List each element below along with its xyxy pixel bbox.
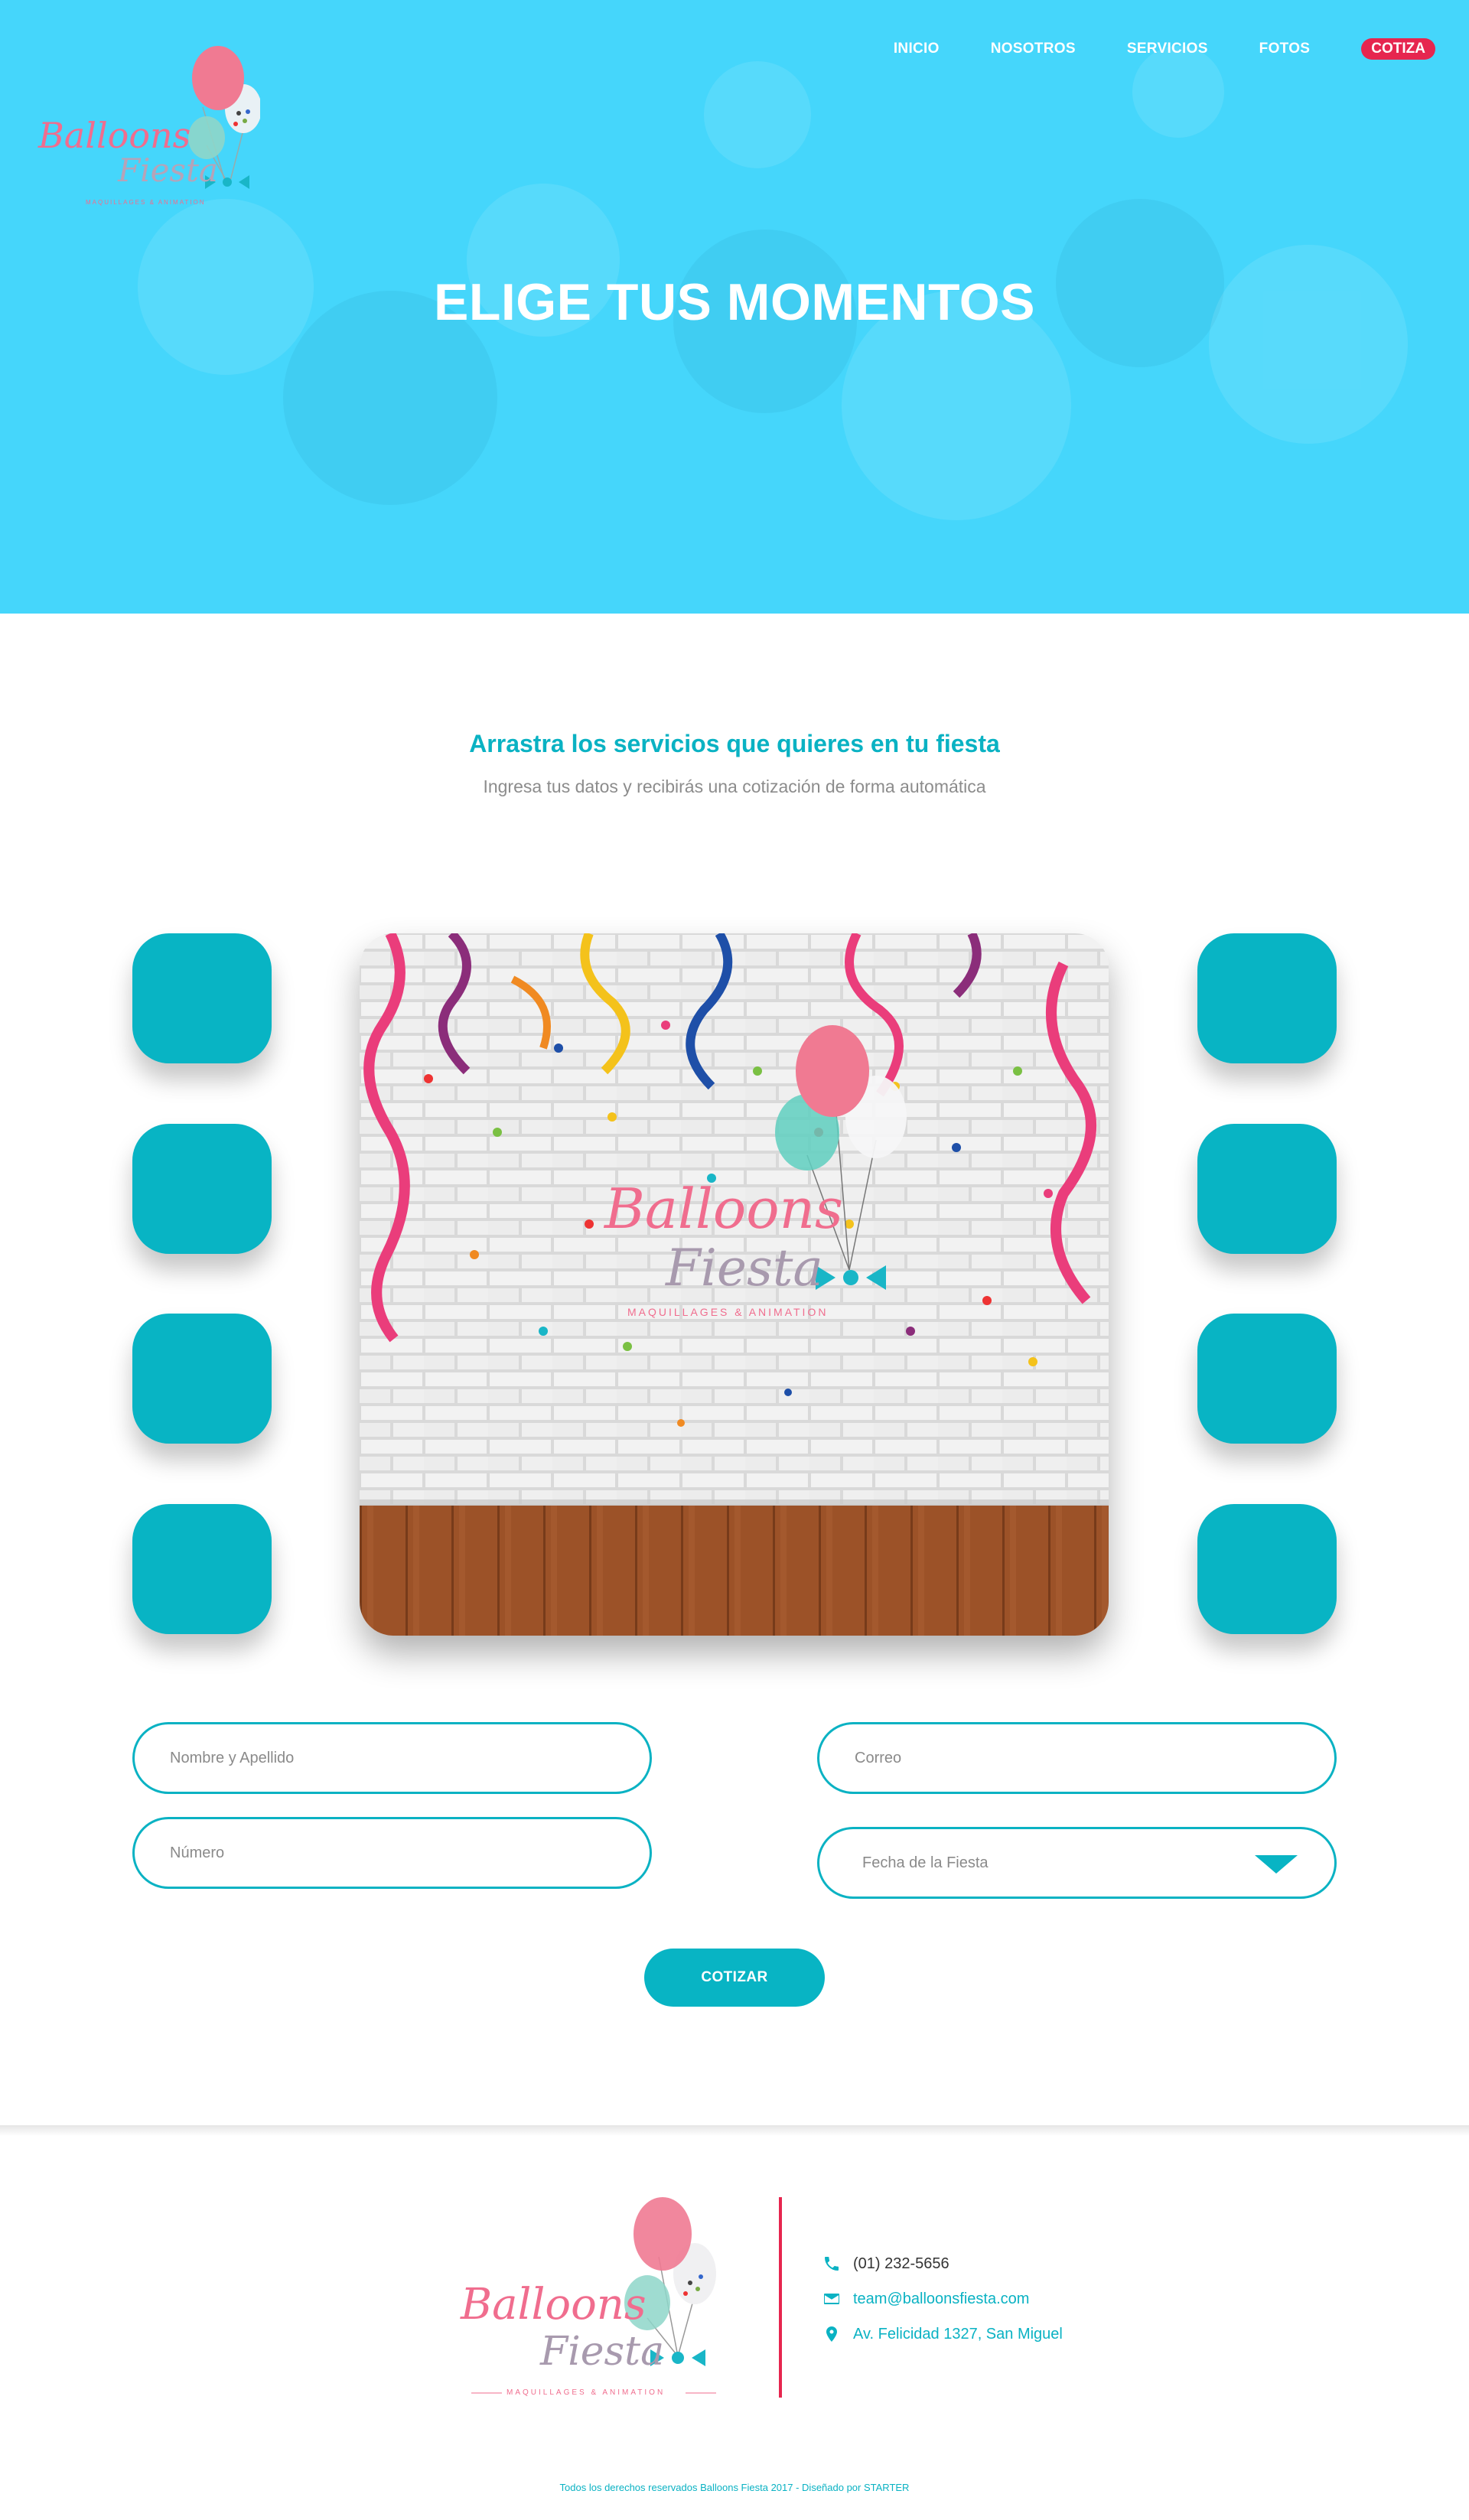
svg-text:MAQUILLAGES & ANIMATION: MAQUILLAGES & ANIMATION: [627, 1306, 828, 1318]
service-tile-left-2[interactable]: [132, 1124, 272, 1254]
hero-title: ELIGE TUS MOMENTOS: [433, 273, 1036, 331]
hero-background-shape: [1132, 46, 1224, 138]
contact-address-text[interactable]: Av. Felicidad 1327, San Miguel: [853, 2326, 1063, 2343]
party-stage-illustration: Balloons Fiesta MAQUILLAGES & ANIMATION: [360, 933, 1109, 1636]
nav-nosotros[interactable]: NOSOTROS: [991, 41, 1076, 57]
cotizar-button[interactable]: COTIZAR: [644, 1949, 825, 2007]
svg-text:Balloons: Balloons: [603, 1177, 843, 1241]
copyright-text: Todos los derechos reservados Balloons F…: [559, 2482, 910, 2493]
contact-phone: (01) 232-5656: [822, 2255, 949, 2273]
email-field[interactable]: [817, 1722, 1337, 1794]
nav-fotos[interactable]: FOTOS: [1259, 41, 1311, 57]
service-tile-left-1[interactable]: [132, 933, 272, 1063]
svg-text:Fiesta: Fiesta: [665, 1239, 823, 1297]
nav-cotiza-button[interactable]: COTIZA: [1361, 38, 1435, 60]
location-pin-icon: [826, 2326, 837, 2342]
nav-servicios[interactable]: SERVICIOS: [1127, 41, 1208, 57]
service-tile-left-3[interactable]: [132, 1314, 272, 1444]
services-title: Arrastra los servicios que quieres en tu…: [469, 730, 1000, 757]
phone-icon: [825, 2257, 839, 2271]
service-tile-right-1[interactable]: [1197, 933, 1337, 1063]
date-select[interactable]: Fecha de la Fiesta: [817, 1827, 1337, 1899]
phone-field[interactable]: [132, 1817, 652, 1889]
hero-banner: Balloons Fiesta MAQUILLAGES & ANIMATION …: [0, 0, 1469, 614]
logo-word-2: Fiesta: [118, 151, 218, 189]
chevron-down-icon[interactable]: [1255, 1855, 1298, 1874]
footer-logo-word-1: Balloons: [461, 2280, 647, 2330]
logo-word-1: Balloons: [38, 115, 191, 156]
footer-separator: [0, 2125, 1469, 2136]
hero-background-shape: [704, 61, 811, 168]
service-tile-right-4[interactable]: [1197, 1504, 1337, 1634]
phone-input[interactable]: [170, 1819, 616, 1887]
main-navigation: INICIO NOSOTROS SERVICIOS FOTOS COTIZA: [842, 38, 1435, 60]
contact-email-link[interactable]: team@balloonsfiesta.com: [853, 2290, 1029, 2308]
footer-logo-word-2: Fiesta: [540, 2329, 665, 2375]
contact-email: team@balloonsfiesta.com: [822, 2290, 1029, 2308]
service-tile-left-4[interactable]: [132, 1504, 272, 1634]
contact-address: Av. Felicidad 1327, San Miguel: [822, 2325, 1063, 2343]
logo-wordmark-2: Fiesta: [118, 151, 218, 189]
logo-wordmark: Balloons: [38, 115, 191, 156]
logo-tagline: MAQUILLAGES & ANIMATION: [86, 199, 206, 206]
services-subtitle: Ingresa tus datos y recibirás una cotiza…: [483, 777, 986, 796]
date-select-label: Fecha de la Fiesta: [862, 1854, 989, 1871]
party-stage-dropzone[interactable]: Balloons Fiesta MAQUILLAGES & ANIMATION: [360, 933, 1109, 1636]
service-tile-right-3[interactable]: [1197, 1314, 1337, 1444]
footer-logo[interactable]: Balloons Fiesta MAQUILLAGES & ANIMATION: [456, 2188, 731, 2402]
email-input[interactable]: [855, 1724, 1301, 1792]
name-field[interactable]: [132, 1722, 652, 1794]
nav-inicio[interactable]: INICIO: [894, 41, 940, 57]
footer-logo-tagline: MAQUILLAGES & ANIMATION: [506, 2388, 666, 2397]
service-tile-right-2[interactable]: [1197, 1124, 1337, 1254]
footer-divider: [779, 2197, 782, 2398]
brand-logo[interactable]: Balloons Fiesta MAQUILLAGES & ANIMATION: [38, 38, 262, 222]
mail-icon: [824, 2294, 839, 2304]
name-input[interactable]: [170, 1724, 616, 1792]
contact-phone-text[interactable]: (01) 232-5656: [853, 2255, 949, 2273]
